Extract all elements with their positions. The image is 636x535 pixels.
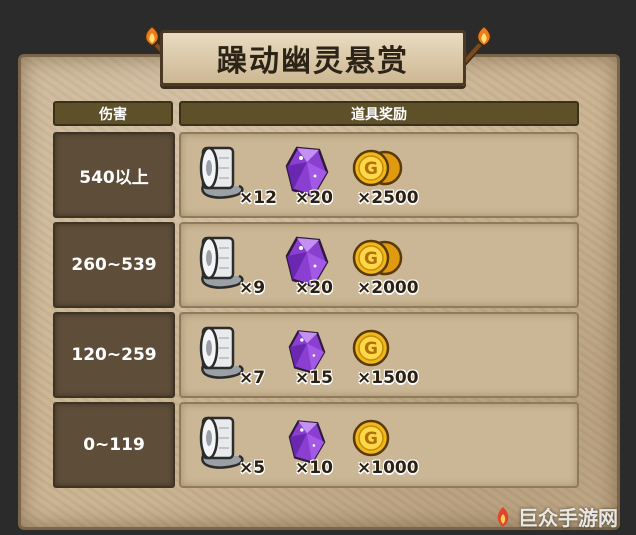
paper-quantity: ×7 xyxy=(239,368,266,388)
damage-range: 540以上 xyxy=(53,132,175,218)
rewards-header: 道具奖励 xyxy=(179,101,579,126)
damage-header: 伤害 xyxy=(53,101,173,126)
gold-quantity: ×2500 xyxy=(357,188,419,208)
paper-roll-icon: ×7 xyxy=(193,322,266,392)
crystal-quantity: ×15 xyxy=(295,368,333,388)
crystal-quantity: ×10 xyxy=(295,458,333,478)
purple-crystal-icon: ×20 xyxy=(277,142,347,212)
svg-text:G: G xyxy=(364,339,378,359)
gold-coin-icon: G ×1000 xyxy=(345,412,419,482)
paper-quantity: ×5 xyxy=(239,458,266,478)
paper-quantity: ×9 xyxy=(239,278,266,298)
page-title: 躁动幽灵悬赏 xyxy=(217,44,409,79)
purple-crystal-icon: ×10 xyxy=(277,412,347,482)
title-banner: 躁动幽灵悬赏 xyxy=(160,30,466,86)
paper-roll-icon: ×12 xyxy=(193,142,277,212)
damage-range: 260~539 xyxy=(53,222,175,308)
watermark-text: 巨众手游网 xyxy=(518,506,618,530)
gold-quantity: ×1500 xyxy=(357,368,419,388)
gold-coin-icon: G ×2000 xyxy=(345,232,419,302)
gold-quantity: ×2000 xyxy=(357,278,419,298)
damage-range: 120~259 xyxy=(53,312,175,398)
paper-roll-icon: ×9 xyxy=(193,232,266,302)
svg-text:G: G xyxy=(364,249,378,269)
crystal-quantity: ×20 xyxy=(295,188,333,208)
reward-row: ×7 ×15 G ×1500 xyxy=(179,312,579,398)
paper-roll-icon: ×5 xyxy=(193,412,266,482)
gold-coin-icon: G ×2500 xyxy=(345,142,419,212)
paper-quantity: ×12 xyxy=(239,188,277,208)
damage-range: 0~119 xyxy=(53,402,175,488)
svg-text:G: G xyxy=(364,429,378,449)
reward-row: ×9 ×20 G ×2000 xyxy=(179,222,579,308)
purple-crystal-icon: ×20 xyxy=(277,232,347,302)
gold-quantity: ×1000 xyxy=(357,458,419,478)
purple-crystal-icon: ×15 xyxy=(277,322,347,392)
reward-row: ×12 ×20 G ×2500 xyxy=(179,132,579,218)
reward-row: ×5 ×10 G ×1000 xyxy=(179,402,579,488)
crystal-quantity: ×20 xyxy=(295,278,333,298)
svg-text:G: G xyxy=(364,159,378,179)
flame-logo-icon xyxy=(497,506,509,527)
watermark: 巨众手游网 xyxy=(492,502,618,531)
gold-coin-icon: G ×1500 xyxy=(345,322,419,392)
